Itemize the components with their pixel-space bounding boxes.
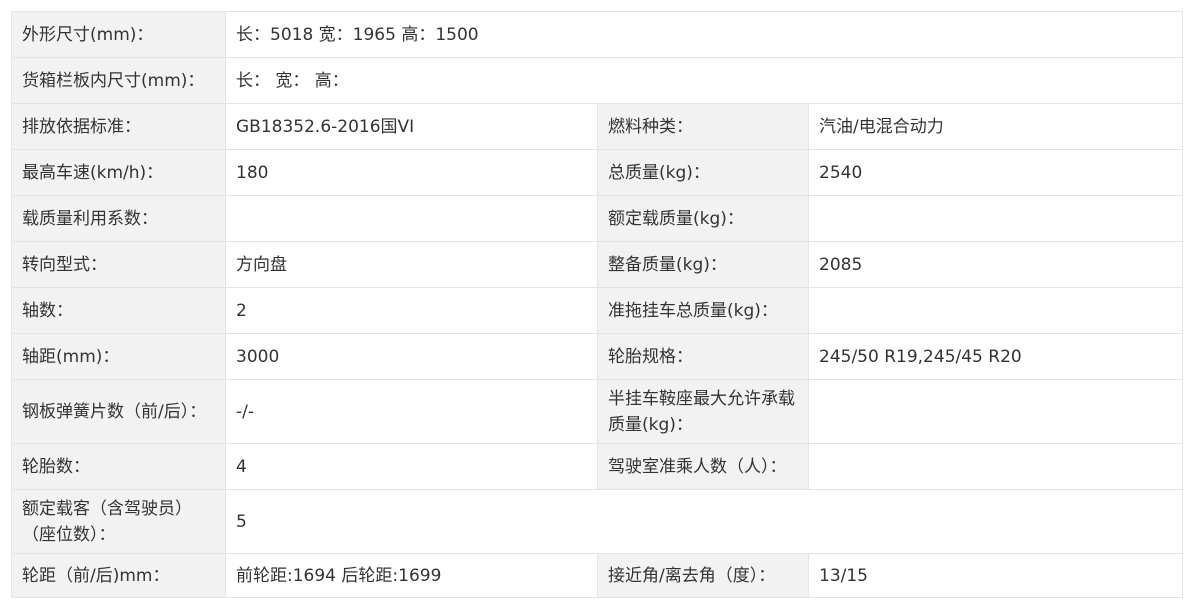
value-max-speed: 180: [225, 149, 598, 196]
value-tire-spec: 245/50 R19,245/45 R20: [807, 333, 1184, 380]
row-cargo-box: 货箱栏板内尺寸(mm)： 长： 宽： 高：: [11, 57, 1184, 104]
label-fuel-type: 燃料种类：: [597, 103, 809, 150]
value-trailer-mass: [807, 287, 1184, 334]
label-trailer-mass: 准拖挂车总质量(kg)：: [597, 287, 809, 334]
row-seating: 额定载客（含驾驶员） （座位数）： 5: [11, 489, 1184, 554]
label-curb-mass: 整备质量(kg)：: [597, 241, 809, 288]
spec-table: 外形尺寸(mm)： 长：5018 宽：1965 高：1500 货箱栏板内尺寸(m…: [11, 11, 1184, 598]
value-cab-occupants: [807, 443, 1184, 490]
label-cab-occupants: 驾驶室准乘人数（人）：: [597, 443, 809, 490]
value-curb-mass: 2085: [807, 241, 1184, 288]
label-max-speed: 最高车速(km/h)：: [11, 149, 226, 196]
row-wheelbase-tires: 轴距(mm)： 3000 轮胎规格： 245/50 R19,245/45 R20: [11, 333, 1184, 380]
value-approach-departure: 13/15: [807, 553, 1184, 598]
row-track-angles: 轮距（前/后)mm： 前轮距:1694 后轮距:1699 接近角/离去角（度）：…: [11, 553, 1184, 598]
label-rated-load: 额定载质量(kg)：: [597, 195, 809, 242]
label-saddle-load-line2: 质量(kg)：: [608, 414, 693, 435]
value-steering: 方向盘: [225, 241, 598, 288]
row-load: 载质量利用系数： 额定载质量(kg)：: [11, 195, 1184, 242]
vehicle-spec-sheet: 外形尺寸(mm)： 长：5018 宽：1965 高：1500 货箱栏板内尺寸(m…: [11, 11, 1184, 598]
label-leaf-springs: 钢板弹簧片数（前/后）：: [11, 379, 226, 444]
label-saddle-load: 半挂车鞍座最大允许承载 质量(kg)：: [597, 379, 809, 444]
value-axle-count: 2: [225, 287, 598, 334]
label-total-mass: 总质量(kg)：: [597, 149, 809, 196]
label-emission-standard: 排放依据标准：: [11, 103, 226, 150]
label-wheelbase: 轴距(mm)：: [11, 333, 226, 380]
label-track-width: 轮距（前/后)mm：: [11, 553, 226, 598]
row-emission-fuel: 排放依据标准： GB18352.6-2016国VI 燃料种类： 汽油/电混合动力: [11, 103, 1184, 150]
row-dimensions: 外形尺寸(mm)： 长：5018 宽：1965 高：1500: [11, 11, 1184, 58]
label-cargo-box: 货箱栏板内尺寸(mm)：: [11, 57, 226, 104]
label-tire-spec: 轮胎规格：: [597, 333, 809, 380]
value-leaf-springs: -/-: [225, 379, 598, 444]
label-seating-line1: 额定载客（含驾驶员）: [22, 498, 192, 519]
row-springs-saddle: 钢板弹簧片数（前/后）： -/- 半挂车鞍座最大允许承载 质量(kg)：: [11, 379, 1184, 444]
value-fuel-type: 汽油/电混合动力: [807, 103, 1184, 150]
value-dimensions: 长：5018 宽：1965 高：1500: [224, 11, 1184, 58]
label-seating-line2: （座位数）：: [22, 524, 116, 545]
value-emission-standard: GB18352.6-2016国VI: [225, 103, 598, 150]
label-axle-count: 轴数：: [11, 287, 226, 334]
label-load-factor: 载质量利用系数：: [11, 195, 226, 242]
label-dimensions: 外形尺寸(mm)：: [11, 11, 226, 58]
value-track-width: 前轮距:1694 后轮距:1699: [225, 553, 598, 598]
value-tire-count: 4: [225, 443, 598, 490]
row-speed-mass: 最高车速(km/h)： 180 总质量(kg)： 2540: [11, 149, 1184, 196]
label-saddle-load-line1: 半挂车鞍座最大允许承载: [608, 388, 795, 409]
label-tire-count: 轮胎数：: [11, 443, 226, 490]
value-load-factor: [225, 195, 598, 242]
row-axles-trailer: 轴数： 2 准拖挂车总质量(kg)：: [11, 287, 1184, 334]
value-total-mass: 2540: [807, 149, 1184, 196]
value-wheelbase: 3000: [225, 333, 598, 380]
label-approach-departure: 接近角/离去角（度）：: [597, 553, 809, 598]
value-saddle-load: [807, 379, 1184, 444]
row-steering-curb: 转向型式： 方向盘 整备质量(kg)： 2085: [11, 241, 1184, 288]
value-cargo-box: 长： 宽： 高：: [224, 57, 1184, 104]
row-tires-cab: 轮胎数： 4 驾驶室准乘人数（人）：: [11, 443, 1184, 490]
label-seating: 额定载客（含驾驶员） （座位数）：: [11, 489, 226, 554]
label-steering: 转向型式：: [11, 241, 226, 288]
value-rated-load: [807, 195, 1184, 242]
value-seating: 5: [224, 489, 1184, 554]
